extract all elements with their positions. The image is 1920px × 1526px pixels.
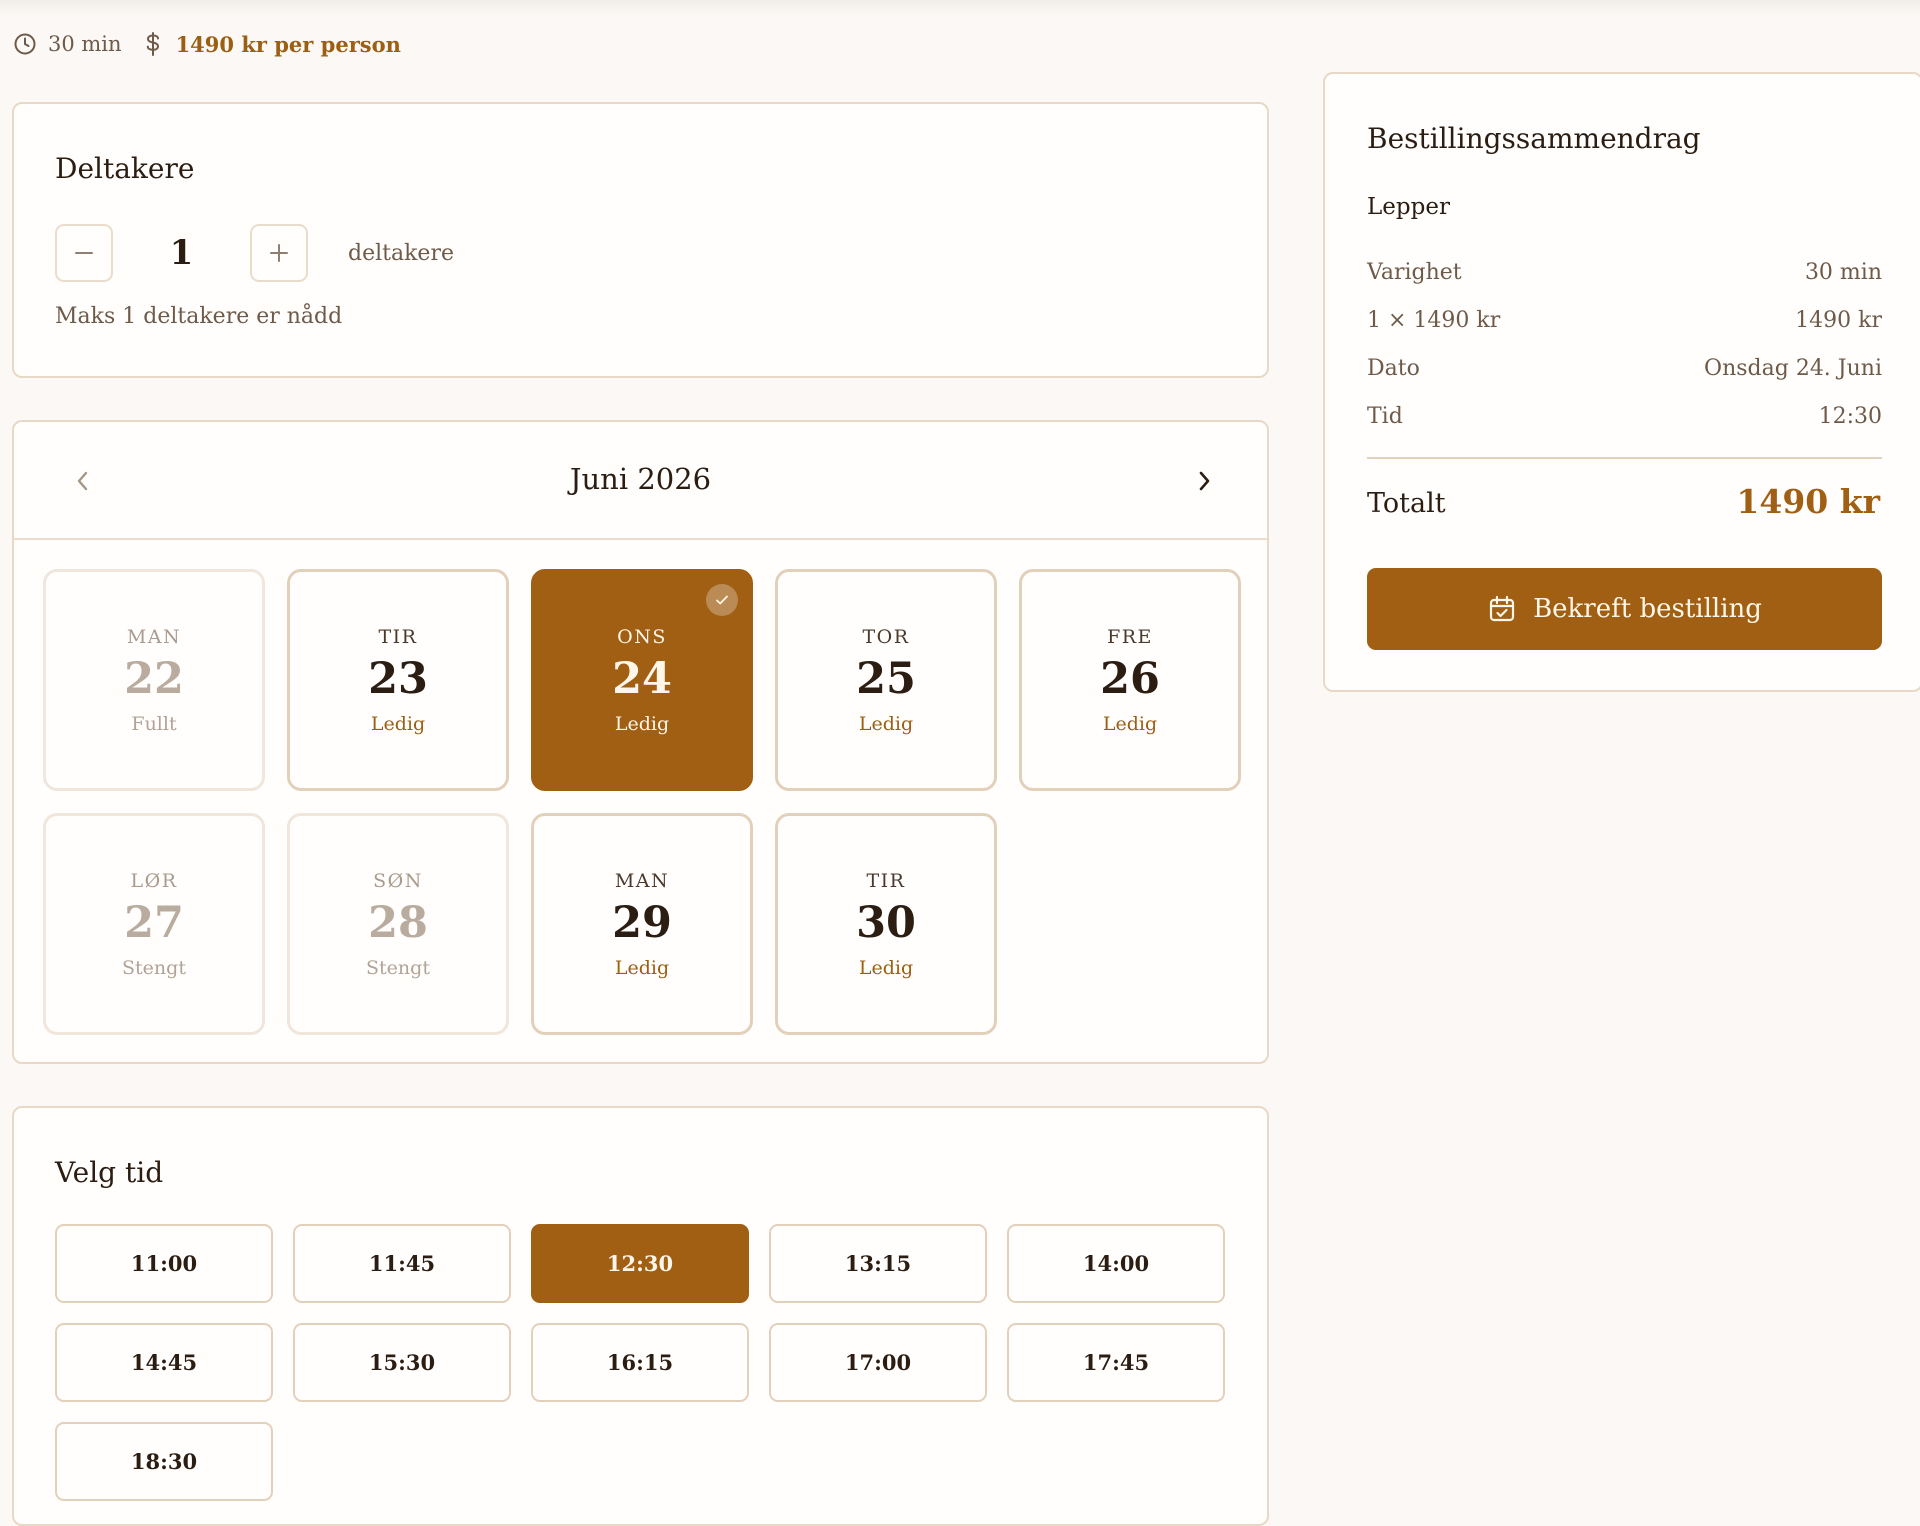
participants-count: 1 xyxy=(169,233,194,273)
summary-rows: Varighet 30 min 1 × 1490 kr 1490 kr Dato… xyxy=(1367,248,1882,440)
service-meta: 30 min 1490 kr per person xyxy=(12,26,401,62)
summary-row-value: 30 min xyxy=(1804,259,1882,285)
day-tile: LØR 27 Stengt xyxy=(43,813,265,1035)
confirm-booking-button[interactable]: Bekreft bestilling xyxy=(1367,568,1882,650)
day-number: 28 xyxy=(368,897,428,948)
day-tile[interactable]: MAN 29 Ledig xyxy=(531,813,753,1035)
month-label: Juni 2026 xyxy=(569,462,712,496)
day-grid: MAN 22 Fullt TIR 23 Ledig ONS 24 Ledig TOR 25 Ledig… xyxy=(43,569,1241,1035)
day-number: 23 xyxy=(368,653,428,704)
summary-divider xyxy=(1367,457,1882,459)
max-participants-note: Maks 1 deltakere er nådd xyxy=(55,304,343,329)
day-weekday: TIR xyxy=(866,869,906,892)
day-status: Ledig xyxy=(858,712,914,735)
participants-stepper: 1 deltakere xyxy=(55,224,454,282)
confirm-booking-label: Bekreft bestilling xyxy=(1533,594,1762,624)
day-tile[interactable]: TOR 25 Ledig xyxy=(775,569,997,791)
day-weekday: TOR xyxy=(862,625,910,648)
price-meta: 1490 kr per person xyxy=(140,31,401,57)
time-slot-button[interactable]: 16:15 xyxy=(531,1323,749,1402)
day-weekday: SØN xyxy=(373,869,423,892)
day-weekday: FRE xyxy=(1107,625,1153,648)
price-text: 1490 kr per person xyxy=(175,31,401,57)
day-number: 27 xyxy=(124,897,184,948)
summary-title: Bestillingssammendrag xyxy=(1367,122,1701,155)
calendar-header: Juni 2026 xyxy=(14,422,1267,540)
day-number: 29 xyxy=(612,897,672,948)
day-weekday: MAN xyxy=(614,869,670,892)
day-tile: SØN 28 Stengt xyxy=(287,813,509,1035)
day-status: Stengt xyxy=(122,956,186,979)
time-slot-button[interactable]: 15:30 xyxy=(293,1323,511,1402)
time-grid: 11:00 11:45 12:30 13:15 14:00 14:45 15:30 16:15… xyxy=(55,1224,1225,1501)
time-slot-button[interactable]: 17:45 xyxy=(1007,1323,1225,1402)
day-tile: MAN 22 Fullt xyxy=(43,569,265,791)
summary-card: Bestillingssammendrag Lepper Varighet 30… xyxy=(1323,72,1920,692)
day-weekday: ONS xyxy=(617,625,667,648)
calendar-card: Juni 2026 MAN 22 Fullt TIR 23 Ledig ONS 24 Ledig… xyxy=(12,420,1269,1064)
day-number: 25 xyxy=(856,653,916,704)
next-month-button[interactable] xyxy=(1185,462,1223,500)
day-weekday: TIR xyxy=(378,625,418,648)
summary-row-value: Onsdag 24. Juni xyxy=(1704,355,1882,381)
summary-row-label: 1 × 1490 kr xyxy=(1367,307,1501,333)
summary-row: Dato Onsdag 24. Juni xyxy=(1367,344,1882,392)
day-tile[interactable]: TIR 30 Ledig xyxy=(775,813,997,1035)
day-number: 30 xyxy=(856,897,916,948)
summary-row-value: 12:30 xyxy=(1818,403,1882,429)
time-slot-button[interactable]: 13:15 xyxy=(769,1224,987,1303)
time-title: Velg tid xyxy=(55,1156,164,1189)
plus-icon xyxy=(270,244,288,262)
day-status: Ledig xyxy=(1102,712,1158,735)
check-icon xyxy=(706,584,738,616)
day-number: 24 xyxy=(612,653,672,704)
day-status: Ledig xyxy=(370,712,426,735)
dollar-icon xyxy=(140,31,166,57)
summary-row-label: Tid xyxy=(1367,403,1403,429)
time-slot-button[interactable]: 18:30 xyxy=(55,1422,273,1501)
time-slot-button[interactable]: 14:00 xyxy=(1007,1224,1225,1303)
day-tile[interactable]: TIR 23 Ledig xyxy=(287,569,509,791)
day-number: 22 xyxy=(124,653,184,704)
time-slot-button[interactable]: 12:30 xyxy=(531,1224,749,1303)
day-number: 26 xyxy=(1100,653,1160,704)
time-slot-button[interactable]: 11:45 xyxy=(293,1224,511,1303)
time-slot-button[interactable]: 11:00 xyxy=(55,1224,273,1303)
increment-button[interactable] xyxy=(250,224,308,282)
time-slot-button[interactable]: 14:45 xyxy=(55,1323,273,1402)
participants-card: Deltakere 1 deltakere Maks 1 deltakere e… xyxy=(12,102,1269,378)
time-card: Velg tid 11:00 11:45 12:30 13:15 14:00 14:45 1… xyxy=(12,1106,1269,1526)
day-tile[interactable]: ONS 24 Ledig xyxy=(531,569,753,791)
day-status: Stengt xyxy=(366,956,430,979)
duration-text: 30 min xyxy=(48,32,122,56)
calendar-check-icon xyxy=(1489,595,1515,622)
chevron-right-icon xyxy=(1199,471,1210,491)
participants-unit: deltakere xyxy=(348,240,454,266)
day-tile[interactable]: FRE 26 Ledig xyxy=(1019,569,1241,791)
total-value: 1490 kr xyxy=(1736,482,1880,521)
summary-row: Tid 12:30 xyxy=(1367,392,1882,440)
day-weekday: LØR xyxy=(130,869,178,892)
summary-row-label: Varighet xyxy=(1367,259,1462,285)
top-shadow xyxy=(0,0,1920,16)
duration-meta: 30 min xyxy=(12,31,122,57)
day-weekday: MAN xyxy=(126,625,182,648)
participants-title: Deltakere xyxy=(55,152,195,185)
day-status: Fullt xyxy=(131,712,177,735)
decrement-button[interactable] xyxy=(55,224,113,282)
summary-row: Varighet 30 min xyxy=(1367,248,1882,296)
clock-icon xyxy=(12,31,38,57)
summary-row-label: Dato xyxy=(1367,355,1420,381)
summary-row-value: 1490 kr xyxy=(1795,307,1882,333)
time-slot-button[interactable]: 17:00 xyxy=(769,1323,987,1402)
minus-icon xyxy=(75,252,93,254)
day-status: Ledig xyxy=(614,956,670,979)
total-label: Totalt xyxy=(1367,488,1446,519)
day-status: Ledig xyxy=(858,956,914,979)
summary-service: Lepper xyxy=(1367,194,1450,220)
day-status: Ledig xyxy=(614,712,670,735)
summary-row: 1 × 1490 kr 1490 kr xyxy=(1367,296,1882,344)
